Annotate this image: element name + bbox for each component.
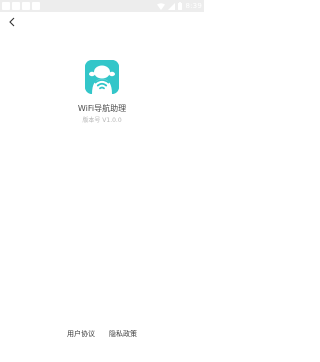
privacy-policy-link[interactable]: 隐私政策 <box>109 329 137 339</box>
notification-icon <box>32 2 40 10</box>
chevron-left-icon <box>9 17 15 27</box>
status-bar: 8:39 <box>0 0 204 12</box>
notification-icon <box>12 2 20 10</box>
notification-icons <box>2 2 40 10</box>
cell-signal-icon <box>168 2 176 10</box>
app-logo <box>85 60 119 94</box>
footer-links: 用户协议 隐私政策 <box>0 329 204 339</box>
user-agreement-link[interactable]: 用户协议 <box>67 329 95 339</box>
notification-icon <box>2 2 10 10</box>
wifi-signal-icon <box>157 2 166 10</box>
app-name: WiFi导航助理 <box>77 104 127 113</box>
app-version: 版本号 V1.0.0 <box>82 117 122 124</box>
back-button[interactable] <box>5 15 19 29</box>
status-time: 8:39 <box>185 2 202 10</box>
system-status: 8:39 <box>157 1 202 11</box>
battery-icon <box>178 2 183 10</box>
notification-icon <box>22 2 30 10</box>
robot-wifi-icon <box>85 60 119 94</box>
